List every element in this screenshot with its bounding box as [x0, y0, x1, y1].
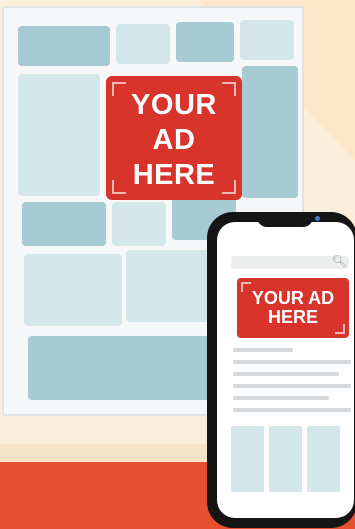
poster-tile	[176, 22, 234, 62]
phone-notch	[257, 212, 313, 227]
poster-tile	[240, 20, 294, 60]
phone-screen: 🔍︎ YOUR AD HERE	[217, 222, 354, 518]
smartphone: 🔍︎ YOUR AD HERE	[207, 212, 355, 528]
poster-tile	[126, 250, 212, 322]
search-icon[interactable]: 🔍︎	[332, 254, 347, 268]
search-bar[interactable]: 🔍︎	[231, 254, 349, 269]
text-line-placeholder	[233, 408, 351, 412]
content-column	[231, 426, 264, 492]
poster-tile	[242, 66, 298, 198]
poster-ad-line: YOUR	[131, 89, 217, 121]
poster-tile	[22, 202, 106, 246]
content-column	[269, 426, 302, 492]
poster-ad-line: AD	[152, 124, 196, 156]
text-line-placeholder	[233, 396, 329, 400]
text-line-placeholder	[233, 348, 293, 352]
phone-ad-space: YOUR AD HERE	[237, 278, 349, 338]
poster-tile	[112, 202, 166, 246]
phone-ad-line: HERE	[267, 307, 318, 327]
text-line-placeholder	[233, 372, 339, 376]
text-line-placeholder	[233, 384, 351, 388]
poster-tile	[28, 336, 228, 400]
poster-tile	[18, 74, 100, 196]
poster-ad-line: HERE	[132, 159, 216, 191]
poster-tile	[18, 26, 110, 66]
poster-tile	[116, 24, 170, 64]
poster-ad-space: YOUR AD HERE	[106, 76, 242, 200]
content-column	[307, 426, 340, 492]
poster-tile	[24, 254, 122, 326]
phone-ad-text: YOUR AD HERE	[237, 289, 349, 327]
phone-ad-line: YOUR AD	[251, 288, 335, 308]
poster-ad-text: YOUR AD HERE	[106, 88, 242, 193]
text-line-placeholder	[233, 360, 351, 364]
camera-icon	[315, 216, 320, 221]
